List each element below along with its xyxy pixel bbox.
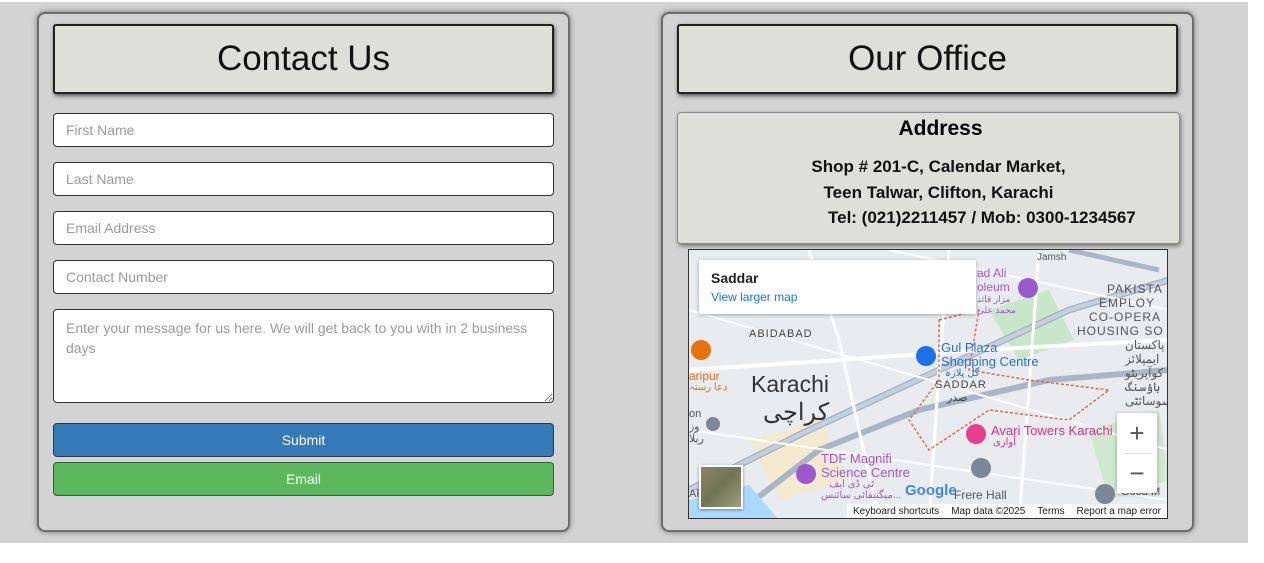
zoom-in-button[interactable]: + — [1117, 413, 1157, 453]
map-label-tdf-2: Science Centre — [821, 465, 910, 480]
office-card: Our Office Address Shop # 201-C, Calenda… — [661, 12, 1194, 532]
shopping-icon — [916, 346, 936, 366]
map-label-karachi: Karachi — [751, 371, 829, 397]
map-data-text: Map data ©2025 — [951, 505, 1026, 517]
building-icon — [1095, 484, 1115, 504]
monument-icon — [1018, 278, 1038, 298]
phone-line: Tel: (021)2211457 / Mob: 0300-1234567 — [828, 208, 1136, 227]
last-name-input[interactable] — [53, 162, 554, 196]
map-label-left-3: ریلا — [689, 433, 704, 445]
landmark-icon — [971, 458, 991, 478]
map-label-avari: Avari Towers Karachi — [991, 423, 1113, 438]
map-label-pak-1: PAKISTA — [1107, 282, 1163, 296]
map-label-gulplaza: Gul Plaza — [941, 340, 998, 355]
view-larger-map-link[interactable]: View larger map — [711, 290, 797, 304]
office-title: Our Office — [677, 24, 1178, 94]
submit-button[interactable]: Submit — [53, 423, 554, 457]
zoom-control: + − — [1117, 413, 1157, 493]
contact-form-card: Contact Us Submit Email — [37, 12, 570, 532]
map-label-haripur-urdu: دعا رستہ — [689, 382, 728, 393]
map-info-box: Saddar View larger map — [699, 260, 976, 314]
map-label-tdf-urdu: ٹی ڈی ایف — [829, 479, 874, 490]
map-label-jamshed: Jamsh — [1037, 252, 1067, 263]
address-title: Address — [898, 117, 983, 140]
hotel-icon — [966, 424, 986, 444]
contact-title: Contact Us — [53, 24, 554, 94]
map-label-pak-urdu-3: کوآپریٹو — [1125, 366, 1164, 380]
terms-link[interactable]: Terms — [1037, 506, 1064, 517]
map-label-pak-4: HOUSING SO — [1077, 324, 1164, 338]
google-logo: Google — [905, 482, 957, 499]
embedded-map[interactable]: ABIDABAD Karachi کراچی SADDAR صدر Gul Pl… — [688, 249, 1168, 519]
address-line-1: Shop # 201-C, Calendar Market, — [811, 157, 1066, 176]
map-label-mausoleum: ad Ali — [977, 266, 1007, 280]
map-label-left-1: on — [689, 408, 702, 420]
email-button[interactable]: Email — [53, 462, 554, 496]
zoom-out-button[interactable]: − — [1117, 453, 1157, 493]
map-label-tdf-urdu-2: میگنیفائی سائنس... — [821, 490, 902, 501]
map-label-saddar: SADDAR — [935, 379, 987, 391]
museum-icon — [796, 464, 816, 484]
address-box: Address Shop # 201-C, Calendar Market, T… — [677, 112, 1180, 244]
email-input[interactable] — [53, 211, 554, 245]
first-name-input[interactable] — [53, 113, 554, 147]
map-label-gulplaza-2: Shopping Centre — [941, 354, 1039, 369]
map-label-karachi-urdu: کراچی — [763, 399, 830, 426]
map-label-gulplaza-urdu: گل پلازہ — [945, 368, 980, 379]
contact-number-input[interactable] — [53, 260, 554, 294]
map-label-tdf: TDF Magnifi — [821, 451, 892, 466]
map-label-saddar-urdu: صدر — [947, 392, 968, 404]
keyboard-shortcuts-link[interactable]: Keyboard shortcuts — [853, 506, 939, 517]
map-label-mausoleum-2: oleum — [977, 280, 1010, 294]
report-map-error-link[interactable]: Report a map error — [1077, 506, 1161, 517]
satellite-toggle[interactable] — [699, 465, 743, 509]
map-label-pak-urdu-1: پاکستان — [1125, 338, 1165, 352]
map-label-pak-urdu-4: ہاؤسنگ — [1125, 380, 1161, 394]
map-label-pak-3: CO-OPERA — [1089, 310, 1162, 324]
map-label-frere: Frere Hall — [954, 488, 1007, 502]
map-label-abidabad: ABIDABAD — [749, 328, 813, 340]
restaurant-icon — [691, 340, 711, 360]
map-label-pak-urdu-5: سوسائٹی — [1125, 394, 1168, 408]
map-label-pak-2: EMPLOY — [1099, 296, 1156, 310]
map-label-avari-urdu: آواری — [993, 437, 1017, 448]
map-place-name: Saddar — [711, 270, 759, 286]
map-attribution: Keyboard shortcuts Map data ©2025 Terms … — [847, 504, 1167, 518]
place-icon — [706, 417, 720, 431]
map-label-haripur: aripur — [689, 369, 720, 383]
map-label-pak-urdu-2: ایمپلائز — [1125, 352, 1160, 366]
map-label-mausoleum-urdu-2: محمد علی — [977, 305, 1016, 315]
address-line-2: Teen Talwar, Clifton, Karachi — [823, 183, 1054, 202]
message-textarea[interactable] — [53, 309, 554, 403]
map-label-mausoleum-urdu: مزار قائد — [977, 294, 1011, 304]
